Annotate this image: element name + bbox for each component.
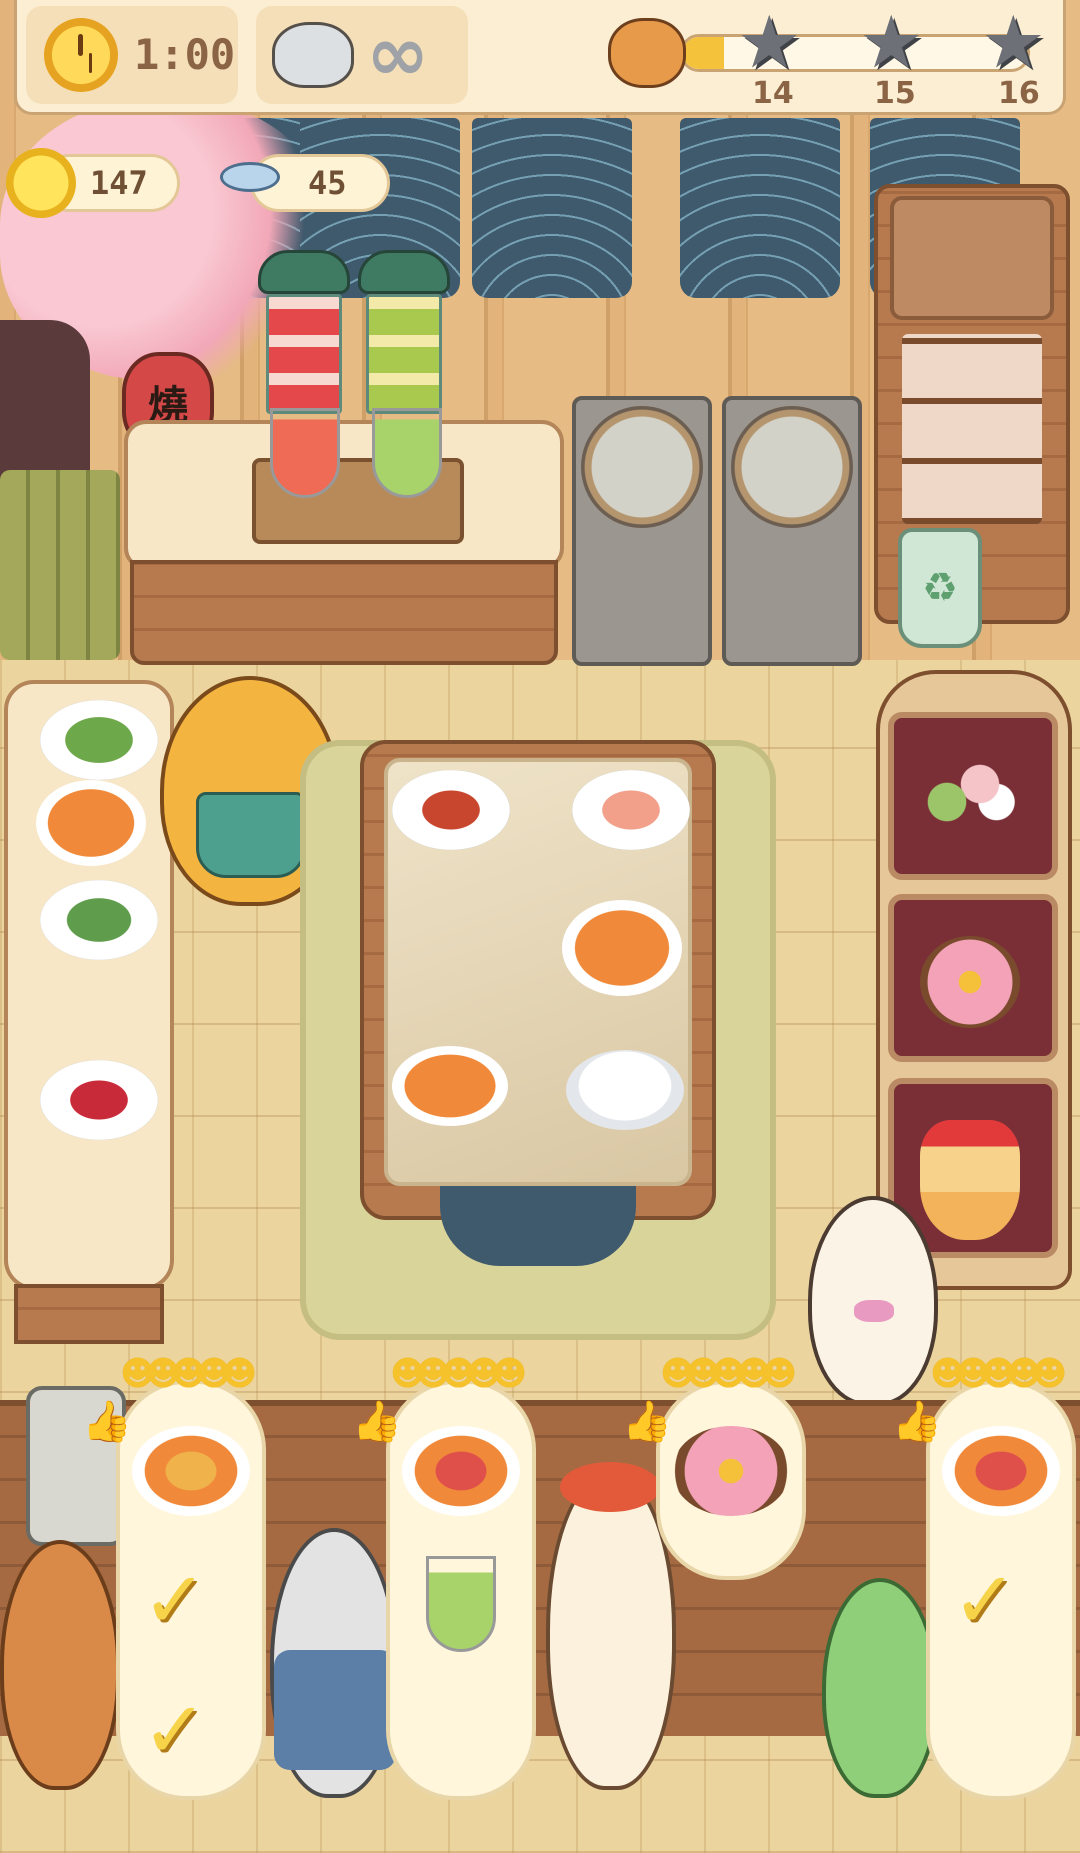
order-item-octopus-salad-bowl xyxy=(402,1426,520,1516)
radish[interactable] xyxy=(40,1060,158,1140)
dish-shelves xyxy=(902,334,1042,524)
shiba-head-icon xyxy=(608,18,686,88)
coin-value: 147 xyxy=(90,164,148,202)
bamboo-fence xyxy=(0,470,120,660)
strawberry-taiyaki-parfait[interactable] xyxy=(920,1120,1020,1240)
dango-skewer[interactable] xyxy=(914,748,1024,838)
bow-tie xyxy=(854,1300,894,1322)
mood-smileys: ☻☻☻☻☻ xyxy=(660,1354,797,1394)
blender-lid xyxy=(258,250,350,294)
strawberry-juice[interactable] xyxy=(270,408,340,498)
fish-value: 45 xyxy=(308,164,347,202)
check-icon: ✓ xyxy=(142,1686,208,1776)
sauce-dish[interactable] xyxy=(392,1046,508,1126)
fryer-pot xyxy=(581,406,703,528)
fryer-pot xyxy=(731,406,853,528)
fryer-1[interactable] xyxy=(572,396,712,666)
noren-banner xyxy=(680,118,840,298)
cabinet-top-panel xyxy=(890,196,1054,320)
star-level-3: 16 xyxy=(998,76,1040,111)
strawberry-jar xyxy=(266,294,342,414)
level-progress-bar xyxy=(680,34,1030,72)
cat-sweater xyxy=(274,1650,396,1770)
empty-bowl[interactable] xyxy=(566,1050,684,1130)
alpaca-hair xyxy=(560,1462,660,1512)
ingredient-counter-base xyxy=(14,1284,164,1344)
mood-smileys: ☻☻☻☻☻ xyxy=(930,1354,1067,1394)
noren-banner xyxy=(472,118,632,298)
customer-fox[interactable] xyxy=(0,1540,120,1790)
avocado-juice[interactable] xyxy=(372,408,442,498)
star-level-1: 14 xyxy=(752,76,794,111)
cucumber[interactable] xyxy=(40,880,158,960)
check-icon: ✓ xyxy=(952,1556,1018,1646)
fish-icon xyxy=(220,162,280,192)
thumbs-up-icon: 👍 xyxy=(892,1399,942,1445)
order-item-octopus-salad-bowl xyxy=(942,1426,1060,1516)
fryer-2[interactable] xyxy=(722,396,862,666)
order-item-fried-shrimp-bowl xyxy=(132,1426,250,1516)
mood-smileys: ☻☻☻☻☻ xyxy=(120,1354,257,1394)
table-cloth xyxy=(440,1186,636,1266)
lettuce[interactable] xyxy=(40,700,158,780)
star-icon: ★ xyxy=(737,0,802,84)
drink-counter-cabinet xyxy=(130,560,558,665)
customer-frog[interactable] xyxy=(822,1578,938,1798)
infinity-icon: ∞ xyxy=(366,9,430,98)
octopus-salad-bowl[interactable] xyxy=(562,900,682,996)
flower-mochi[interactable] xyxy=(920,936,1020,1028)
thumbs-up-icon: 👍 xyxy=(82,1399,132,1445)
order-item-avocado-juice xyxy=(426,1556,496,1652)
thumbs-up-icon: 👍 xyxy=(352,1399,402,1445)
cat-head-icon xyxy=(272,22,354,88)
blender-lid xyxy=(358,250,450,294)
paw-coin-icon xyxy=(6,148,76,218)
fried-shrimp-bowl[interactable] xyxy=(36,780,146,866)
check-icon: ✓ xyxy=(142,1556,208,1646)
star-icon: ★ xyxy=(981,0,1046,84)
order-item-flower-mochi xyxy=(672,1426,790,1516)
star-level-2: 15 xyxy=(874,76,916,111)
sausages[interactable] xyxy=(392,770,510,850)
chef-apron xyxy=(196,792,306,878)
avocado-jar xyxy=(366,294,442,414)
timer-value: 1:00 xyxy=(134,30,236,79)
level-progress-fill xyxy=(683,37,725,69)
shrimp[interactable] xyxy=(572,770,690,850)
clock-icon xyxy=(44,18,118,92)
recycle-icon[interactable]: ♻ xyxy=(898,528,982,648)
star-icon: ★ xyxy=(859,0,924,84)
thumbs-up-icon: 👍 xyxy=(622,1399,672,1445)
mood-smileys: ☻☻☻☻☻ xyxy=(390,1354,527,1394)
